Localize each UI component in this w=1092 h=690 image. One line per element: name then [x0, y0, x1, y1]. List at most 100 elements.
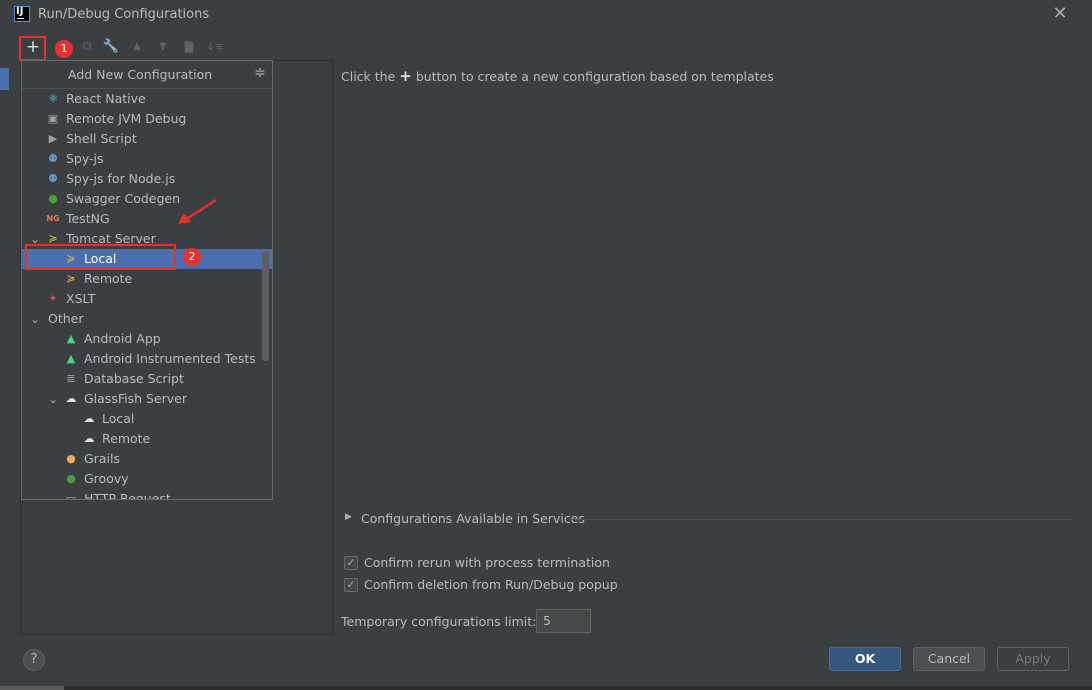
- popup-item-remote-jvm-debug[interactable]: ▣ Remote JVM Debug: [22, 109, 272, 129]
- title-bar: Run/Debug Configurations ✕: [0, 0, 1092, 30]
- popup-item-label: TestNG: [66, 211, 110, 226]
- temp-limit-label: Temporary configurations limit:: [341, 614, 537, 629]
- glassfish-icon: ☁: [65, 392, 77, 405]
- annotation-arrow-icon: [178, 198, 217, 224]
- copy-configuration-icon[interactable]: ⧉: [76, 36, 98, 58]
- popup-item-label: Remote: [102, 431, 151, 446]
- expand-triangle-icon: ▶: [345, 512, 352, 522]
- popup-item-remote[interactable]: ☁ Remote: [22, 429, 272, 449]
- popup-item-label: Remote JVM Debug: [66, 111, 187, 126]
- popup-item-testng[interactable]: NG TestNG: [22, 209, 272, 229]
- apply-button[interactable]: Apply: [997, 647, 1069, 671]
- confirm-rerun-checkbox[interactable]: ✓: [344, 556, 358, 570]
- expand-chevron-icon[interactable]: ⌄: [29, 309, 41, 329]
- popup-item-label: React Native: [66, 91, 146, 106]
- popup-item-label: Swagger Codegen: [66, 191, 181, 206]
- expand-chevron-icon[interactable]: ⌄: [47, 389, 59, 409]
- popup-item-spy-js-for-node-js[interactable]: ⚉ Spy-js for Node.js: [22, 169, 272, 189]
- configurations-toolbar: + ⧉ 🔧 ▲ ▼ ▇ ↓≡: [18, 36, 258, 60]
- hint-plus-icon: +: [399, 67, 412, 85]
- popup-scrollbar-thumb[interactable]: [262, 251, 269, 361]
- swagger-icon: ●: [48, 192, 58, 205]
- spyjs-node-icon: ⚉: [48, 172, 58, 185]
- xslt-icon: ✦: [48, 292, 58, 305]
- android-icon: ▲: [66, 332, 76, 345]
- react-icon: ⚛: [48, 92, 58, 105]
- popup-item-label: Grails: [84, 451, 120, 466]
- popup-item-label: Android Instrumented Tests: [84, 351, 256, 366]
- temp-limit-input[interactable]: 5: [536, 609, 591, 633]
- ok-button[interactable]: OK: [829, 647, 901, 671]
- bottom-strip: [0, 686, 1092, 690]
- popup-item-label: Spy-js: [66, 151, 104, 166]
- popup-item-http-request[interactable]: ▭ HTTP Request: [22, 489, 272, 500]
- services-separator: [571, 519, 1072, 520]
- tomcat-remote-icon: ≽: [66, 272, 76, 285]
- popup-item-xslt[interactable]: ✦ XSLT: [22, 289, 272, 309]
- popup-item-react-native[interactable]: ⚛ React Native: [22, 89, 272, 109]
- popup-item-label: GlassFish Server: [84, 391, 187, 406]
- popup-item-label: Spy-js for Node.js: [66, 171, 176, 186]
- popup-item-android-instrumented-tests[interactable]: ▲ Android Instrumented Tests: [22, 349, 272, 369]
- confirm-deletion-label: Confirm deletion from Run/Debug popup: [364, 577, 618, 592]
- popup-item-grails[interactable]: ● Grails: [22, 449, 272, 469]
- grails-icon: ●: [66, 452, 76, 465]
- database-icon: ≣: [66, 372, 76, 385]
- background-selection-edge: [0, 68, 9, 90]
- sort-configurations-icon[interactable]: ↓≡: [204, 36, 226, 58]
- move-up-icon[interactable]: ▲: [126, 36, 148, 58]
- empty-state-hint: Click the + button to create a new configu…: [341, 67, 774, 85]
- popup-item-groovy[interactable]: ● Groovy: [22, 469, 272, 489]
- popup-item-glassfish-server[interactable]: ⌄ ☁ GlassFish Server: [22, 389, 272, 409]
- testng-icon: NG: [46, 214, 60, 223]
- step-badge-1: 1: [55, 40, 73, 58]
- configuration-type-list: ⚛ React Native ▣ Remote JVM Debug ▶ Shell Scr…: [22, 89, 272, 500]
- popup-item-local[interactable]: ☁ Local: [22, 409, 272, 429]
- confirm-deletion-checkbox[interactable]: ✓: [344, 578, 358, 592]
- move-down-icon[interactable]: ▼: [152, 36, 174, 58]
- edit-templates-wrench-icon[interactable]: 🔧: [100, 36, 122, 58]
- popup-item-other[interactable]: ⌄ Other: [22, 309, 272, 329]
- popup-item-android-app[interactable]: ▲ Android App: [22, 329, 272, 349]
- local-item-highlight: [25, 244, 176, 270]
- popup-item-label: HTTP Request: [84, 491, 171, 500]
- window-title: Run/Debug Configurations: [38, 7, 210, 22]
- popup-title: Add New Configuration: [68, 67, 213, 82]
- close-icon[interactable]: ✕: [1050, 4, 1070, 24]
- confirm-rerun-label: Confirm rerun with process termination: [364, 555, 610, 570]
- hint-text-before: Click the: [341, 69, 396, 84]
- shell-script-icon: ▶: [48, 132, 58, 145]
- popup-item-remote[interactable]: ≽ Remote: [22, 269, 272, 289]
- collapse-all-icon[interactable]: ≑: [252, 65, 268, 83]
- groovy-icon: ●: [66, 472, 76, 485]
- create-folder-icon[interactable]: ▇: [178, 36, 200, 58]
- cancel-button[interactable]: Cancel: [913, 647, 985, 671]
- glassfish-local-icon: ☁: [83, 412, 95, 425]
- popup-item-database-script[interactable]: ≣ Database Script: [22, 369, 272, 389]
- help-button[interactable]: ?: [23, 649, 45, 671]
- popup-item-spy-js[interactable]: ⚉ Spy-js: [22, 149, 272, 169]
- configuration-details-panel: [333, 60, 1077, 635]
- android-test-icon: ▲: [66, 352, 76, 365]
- popup-item-shell-script[interactable]: ▶ Shell Script: [22, 129, 272, 149]
- popup-item-label: Groovy: [84, 471, 129, 486]
- services-section[interactable]: ▶ Configurations Available in Services: [345, 511, 1072, 527]
- services-section-label: Configurations Available in Services: [361, 511, 585, 526]
- glassfish-remote-icon: ☁: [83, 432, 95, 445]
- popup-item-label: Local: [102, 411, 135, 426]
- add-button-highlight: [19, 36, 46, 61]
- hint-text-after: button to create a new configuration bas…: [415, 69, 774, 84]
- popup-item-label: XSLT: [66, 291, 96, 306]
- spyjs-icon: ⚉: [48, 152, 58, 165]
- popup-item-label: Database Script: [84, 371, 184, 386]
- add-new-configuration-popup: Add New Configuration ≑ ⚛ React Native ▣ Re…: [21, 60, 273, 500]
- popup-item-label: Other: [48, 311, 84, 326]
- popup-item-swagger-codegen[interactable]: ● Swagger Codegen: [22, 189, 272, 209]
- popup-item-label: Shell Script: [66, 131, 137, 146]
- remote-debug-icon: ▣: [47, 112, 59, 125]
- http-request-icon: ▭: [65, 492, 77, 500]
- step-badge-2: 2: [183, 248, 201, 266]
- popup-item-label: Remote: [84, 271, 133, 286]
- intellij-app-icon: [14, 6, 30, 22]
- popup-header: Add New Configuration ≑: [22, 61, 272, 89]
